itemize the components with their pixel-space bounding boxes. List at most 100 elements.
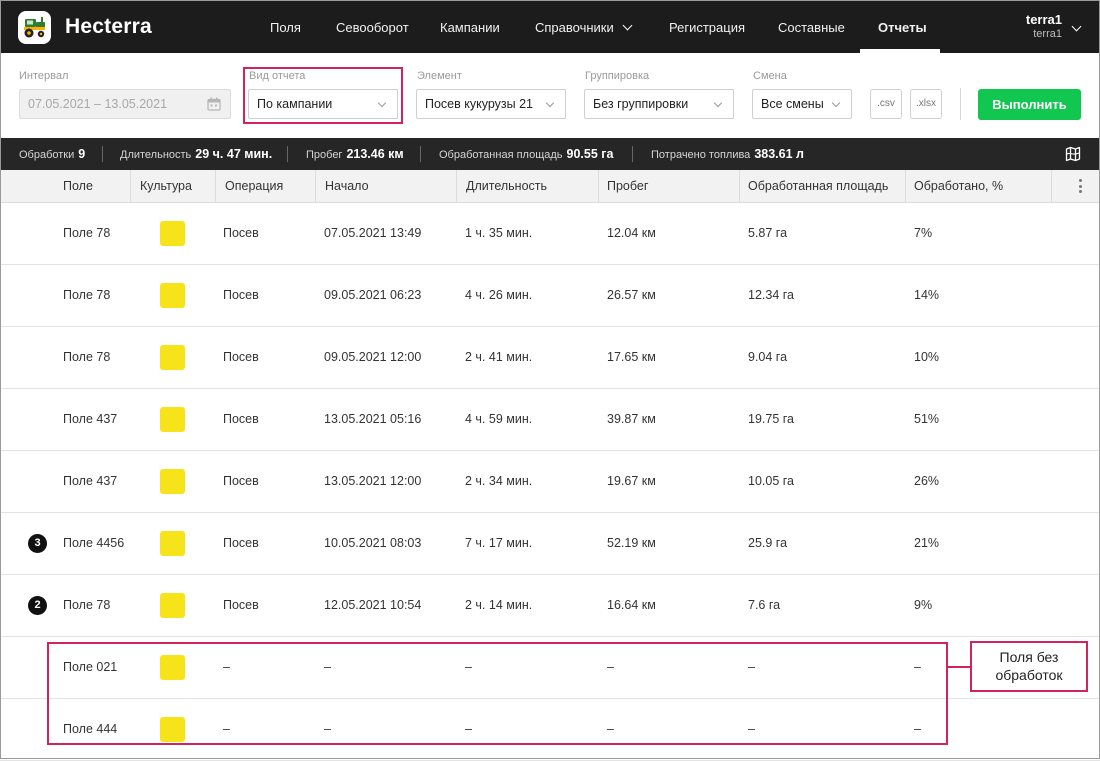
interval-date-range-input[interactable]: 07.05.2021 – 13.05.2021 (19, 89, 231, 119)
top-navbar: Hecterra Поля Севооборот Кампании Справо… (0, 0, 1100, 53)
cell-duration: 7 ч. 17 мин. (465, 536, 533, 550)
user-menu-chevron-icon[interactable] (1071, 21, 1082, 32)
column-header-percent[interactable]: Обработано, % (914, 170, 1003, 203)
column-header-crop[interactable]: Культура (140, 170, 192, 203)
cell-duration: 2 ч. 14 мин. (465, 598, 533, 612)
column-divider[interactable] (905, 170, 906, 203)
nav-item-directories[interactable]: Справочники (535, 0, 633, 53)
summary-treatments-label: Обработки (19, 149, 75, 161)
shift-select[interactable]: Все смены (752, 89, 852, 119)
cell-operation: Посев (223, 536, 259, 550)
nav-item-campaigns[interactable]: Кампании (440, 0, 500, 53)
column-header-start[interactable]: Начало (325, 170, 369, 203)
summary-treatments-value: 9 (78, 147, 86, 161)
chevron-down-icon (831, 98, 841, 108)
grouping-select[interactable]: Без группировки (584, 89, 734, 119)
cell-start: 10.05.2021 08:03 (324, 536, 422, 550)
column-divider[interactable] (739, 170, 740, 203)
summary-divider (632, 146, 633, 162)
summary-duration: Длительность 29 ч. 47 мин. (120, 138, 272, 170)
cell-field: Поле 437 (63, 412, 118, 426)
shift-value: Все смены (761, 97, 824, 111)
tractor-logo-icon[interactable] (18, 11, 51, 44)
cell-operation: Посев (223, 350, 259, 364)
cell-field: Поле 4456 (63, 536, 125, 550)
column-header-area[interactable]: Обработанная площадь (748, 170, 888, 203)
interval-value: 07.05.2021 – 13.05.2021 (28, 97, 168, 111)
nav-item-composite[interactable]: Составные (778, 0, 845, 53)
export-xlsx-button[interactable]: .xlsx (910, 89, 942, 119)
column-divider[interactable] (130, 170, 131, 203)
table-row[interactable]: Поле 78 Посев 09.05.2021 12:00 2 ч. 41 мин.… (0, 327, 1100, 389)
cell-operation: Посев (223, 288, 259, 302)
column-header-field[interactable]: Поле (63, 170, 93, 203)
summary-fuel-value: 383.61 л (754, 147, 804, 161)
active-tab-indicator (860, 49, 940, 53)
nav-item-fields[interactable]: Поля (270, 0, 301, 53)
cell-duration: 2 ч. 41 мин. (465, 350, 533, 364)
table-row[interactable]: Поле 437 Посев 13.05.2021 12:00 2 ч. 34 мин… (0, 451, 1100, 513)
callout-connector (948, 666, 970, 668)
cell-operation: Посев (223, 474, 259, 488)
cell-mileage: 52.19 км (607, 536, 656, 550)
nav-item-reports[interactable]: Отчеты (878, 0, 927, 53)
table-header: Поле Культура Операция Начало Длительнос… (0, 170, 1100, 203)
column-header-mileage[interactable]: Пробег (607, 170, 648, 203)
summary-duration-label: Длительность (120, 149, 192, 161)
summary-fuel: Потрачено топлива 383.61 л (651, 138, 804, 170)
crop-color-swatch (160, 593, 185, 618)
shift-label: Смена (753, 70, 787, 82)
cell-start: 07.05.2021 13:49 (324, 226, 422, 240)
column-divider[interactable] (598, 170, 599, 203)
summary-area-value: 90.55 га (566, 147, 614, 161)
element-label: Элемент (417, 70, 462, 82)
toolbar-divider (960, 88, 961, 120)
column-divider[interactable] (215, 170, 216, 203)
callout-line-1: Поля без (999, 649, 1059, 665)
cell-duration: 4 ч. 26 мин. (465, 288, 533, 302)
crop-color-swatch (160, 407, 185, 432)
cell-field: Поле 78 (63, 350, 111, 364)
cell-area: 19.75 га (748, 412, 794, 426)
cell-start: 09.05.2021 12:00 (324, 350, 422, 364)
export-csv-button[interactable]: .csv (870, 89, 902, 119)
cell-mileage: 16.64 км (607, 598, 656, 612)
summary-area: Обработанная площадь 90.55 га (439, 138, 613, 170)
cell-field: Поле 437 (63, 474, 118, 488)
row-number-badge: 2 (28, 596, 47, 615)
nav-item-registration[interactable]: Регистрация (669, 0, 745, 53)
cell-area: 25.9 га (748, 536, 788, 550)
summary-duration-value: 29 ч. 47 мин. (195, 147, 273, 161)
column-divider[interactable] (1051, 170, 1052, 203)
column-settings-kebab-icon[interactable] (1079, 179, 1082, 196)
element-select[interactable]: Посев кукурузы 21 (416, 89, 566, 119)
table-row[interactable]: Поле 78 Посев 07.05.2021 13:49 1 ч. 35 мин.… (0, 203, 1100, 265)
nav-item-crop-rotation[interactable]: Севооборот (336, 0, 409, 53)
cell-start: 09.05.2021 06:23 (324, 288, 422, 302)
column-header-duration[interactable]: Длительность (466, 170, 547, 203)
summary-divider (102, 146, 103, 162)
column-header-operation[interactable]: Операция (225, 170, 283, 203)
table-row[interactable]: Поле 437 Посев 13.05.2021 05:16 4 ч. 59 мин… (0, 389, 1100, 451)
column-divider[interactable] (315, 170, 316, 203)
user-menu[interactable]: terra1 terra1 (1026, 13, 1062, 41)
table-row[interactable]: Поле 78 Посев 09.05.2021 06:23 4 ч. 26 мин.… (0, 265, 1100, 327)
cell-area: 9.04 га (748, 350, 788, 364)
map-icon[interactable] (1065, 146, 1081, 162)
crop-color-swatch (160, 469, 185, 494)
summary-bar: Обработки 9 Длительность 29 ч. 47 мин. Про… (0, 138, 1100, 170)
chevron-down-icon (713, 98, 723, 108)
cell-percent: 26% (914, 474, 940, 488)
summary-fuel-label: Потрачено топлива (651, 149, 751, 161)
column-divider[interactable] (456, 170, 457, 203)
untreated-fields-highlight (47, 642, 948, 745)
summary-mileage-value: 213.46 км (346, 147, 404, 161)
table-row[interactable]: 2 Поле 78 Посев 12.05.2021 10:54 2 ч. 14 мин… (0, 575, 1100, 637)
calendar-icon[interactable] (207, 97, 221, 111)
run-button[interactable]: Выполнить (978, 89, 1081, 120)
summary-treatments: Обработки 9 (19, 138, 85, 170)
table-row[interactable]: 3 Поле 4456 Посев 10.05.2021 08:03 7 ч. 17 м… (0, 513, 1100, 575)
brand-name[interactable]: Hecterra (65, 15, 152, 39)
cell-mileage: 19.67 км (607, 474, 656, 488)
cell-percent: 14% (914, 288, 940, 302)
